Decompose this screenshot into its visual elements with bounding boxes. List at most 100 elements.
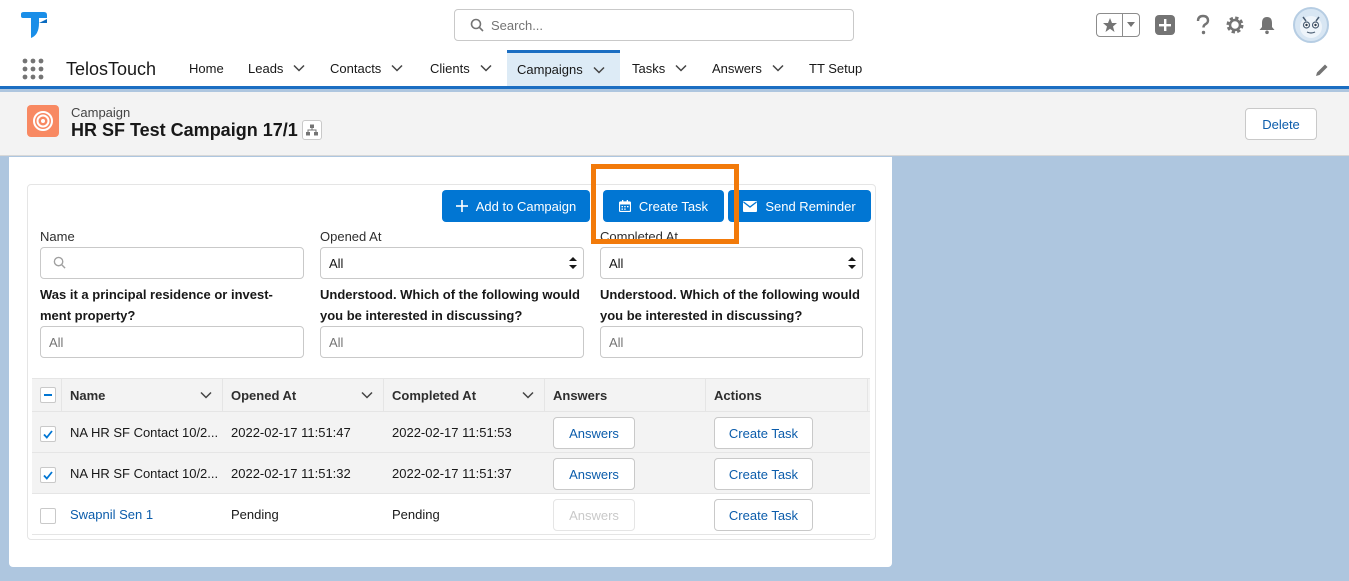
send-reminder-label: Send Reminder (765, 198, 856, 214)
chevron-down-icon[interactable] (293, 62, 305, 74)
chevron-down-icon[interactable] (772, 62, 784, 74)
nav-item-contacts[interactable]: Contacts (320, 50, 413, 86)
search-input[interactable] (491, 10, 841, 40)
nav-item-label: Answers (712, 60, 762, 76)
campaign-members-panel: Add to Campaign Create Task Send Reminde… (27, 164, 876, 540)
help-icon[interactable] (1191, 13, 1215, 37)
select-arrows-icon (569, 257, 577, 269)
nav-item-campaigns[interactable]: Campaigns (507, 50, 620, 86)
nav-item-label: TT Setup (809, 60, 863, 76)
chevron-down-icon[interactable] (391, 62, 403, 74)
row-checkbox[interactable] (40, 467, 56, 483)
search-icon (470, 18, 484, 32)
row-create-task-button[interactable]: Create Task (714, 499, 813, 531)
row-completed-at: 2022-02-17 11:51:37 (392, 465, 512, 481)
select-all-cell (32, 379, 62, 411)
send-reminder-button[interactable]: Send Reminder (728, 190, 871, 222)
question-1-label: Was it a principal residence or invest-m… (40, 287, 273, 323)
bell-icon[interactable] (1255, 13, 1279, 37)
email-icon (743, 200, 758, 212)
row-checkbox[interactable] (40, 508, 56, 524)
completed-filter-value: All (609, 255, 624, 271)
chevron-down-icon[interactable] (361, 389, 373, 401)
chevron-down-icon[interactable] (200, 389, 212, 401)
app-name: TelosTouch (66, 59, 157, 79)
completed-filter-label: Completed At (600, 229, 679, 244)
table-row: NA HR SF Contact 10/2... 2022-02-17 11:5… (32, 412, 870, 453)
table-row: Swapnil Sen 1 Pending Pending Answers Cr… (32, 494, 870, 535)
row-name-link[interactable]: Swapnil Sen 1 (70, 494, 153, 534)
nav-item-tt-setup[interactable]: TT Setup (799, 50, 872, 86)
avatar[interactable] (1293, 7, 1329, 43)
app-launcher-icon[interactable] (22, 58, 44, 80)
column-label: Completed At (392, 387, 477, 403)
select-all-checkbox[interactable] (40, 387, 56, 403)
question-3-label: Understood. Which of the following would… (600, 287, 860, 323)
row-completed-at: 2022-02-17 11:51:53 (392, 424, 512, 440)
checkmark-icon (43, 429, 53, 439)
record-title: HR SF Test Campaign 17/1 (71, 120, 298, 140)
add-to-campaign-button[interactable]: Add to Campaign (442, 190, 590, 222)
opened-filter-label: Opened At (320, 229, 382, 244)
answers-button[interactable]: Answers (553, 417, 635, 449)
row-checkbox[interactable] (40, 426, 56, 442)
chevron-down-icon[interactable] (522, 389, 534, 401)
favorites-button[interactable] (1096, 13, 1140, 37)
row-opened-at: Pending (231, 506, 279, 522)
edit-nav-icon[interactable] (1315, 63, 1329, 77)
question-1-input[interactable] (40, 326, 304, 358)
column-header-name[interactable]: Name (62, 379, 223, 411)
completed-filter-select[interactable]: All (600, 247, 863, 279)
opened-filter-select[interactable]: All (320, 247, 584, 279)
plus-icon (455, 200, 468, 212)
global-header (0, 0, 1349, 50)
nav-item-home[interactable]: Home (179, 50, 234, 86)
chevron-down-icon[interactable] (480, 62, 492, 74)
question-2-label: Understood. Which of the following would… (320, 287, 580, 323)
column-label: Actions (714, 387, 762, 403)
name-filter-input[interactable] (40, 247, 304, 279)
add-to-campaign-label: Add to Campaign (475, 198, 577, 214)
column-label: Opened At (231, 387, 297, 403)
question-3-input[interactable] (600, 326, 863, 358)
chevron-down-icon[interactable] (675, 62, 687, 74)
question-2-input[interactable] (320, 326, 584, 358)
gear-icon[interactable] (1223, 13, 1247, 37)
opened-filter-value: All (329, 255, 344, 271)
answers-button[interactable]: Answers (553, 458, 635, 490)
nav-item-label: Leads (248, 60, 284, 76)
hierarchy-icon[interactable] (302, 120, 322, 140)
answers-button-disabled: Answers (553, 499, 635, 531)
delete-button[interactable]: Delete (1245, 108, 1317, 140)
table-header: Name Opened At Completed At Answers Acti… (32, 378, 870, 412)
telostouch-logo-icon[interactable] (19, 11, 49, 39)
column-label: Name (70, 387, 106, 403)
star-icon[interactable] (1097, 14, 1123, 36)
select-arrows-icon (848, 257, 856, 269)
global-search[interactable] (454, 9, 854, 41)
checkmark-icon (43, 470, 53, 480)
name-filter-label: Name (40, 229, 75, 244)
chevron-down-icon[interactable] (1123, 14, 1139, 36)
record-header: Campaign HR SF Test Campaign 17/1 Delete (0, 92, 1349, 156)
create-task-button[interactable]: Create Task (603, 190, 724, 222)
nav-item-tasks[interactable]: Tasks (622, 50, 697, 86)
row-create-task-button[interactable]: Create Task (714, 417, 813, 449)
row-name[interactable]: NA HR SF Contact 10/2... (70, 453, 218, 493)
nav-item-answers[interactable]: Answers (702, 50, 794, 86)
nav-item-clients[interactable]: Clients (420, 50, 502, 86)
create-task-label: Create Task (638, 198, 709, 214)
table-row: NA HR SF Contact 10/2... 2022-02-17 11:5… (32, 453, 870, 494)
nav-item-label: Tasks (632, 60, 666, 76)
row-create-task-button[interactable]: Create Task (714, 458, 813, 490)
name-filter[interactable] (40, 247, 304, 279)
chevron-down-icon[interactable] (593, 64, 605, 76)
record-type: Campaign (71, 105, 131, 120)
row-name[interactable]: NA HR SF Contact 10/2... (70, 412, 218, 452)
nav-item-leads[interactable]: Leads (238, 50, 315, 86)
add-icon[interactable] (1153, 13, 1177, 37)
column-header-actions: Actions (706, 379, 868, 411)
column-header-completed[interactable]: Completed At (384, 379, 545, 411)
column-header-opened[interactable]: Opened At (223, 379, 384, 411)
column-label: Answers (553, 387, 608, 403)
